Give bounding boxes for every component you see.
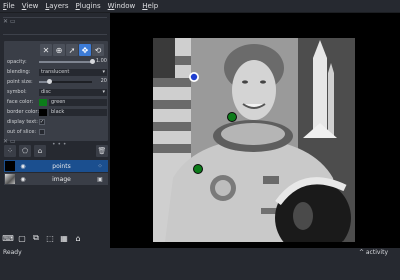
opacity-value: 1.00 [95, 58, 107, 64]
menu-view[interactable]: View [22, 2, 39, 10]
dock-divider [3, 17, 107, 18]
new-shapes-layer-icon[interactable]: ⬠ [19, 145, 31, 157]
symbol-select[interactable]: disc ▾ [39, 88, 107, 96]
display-text-checkbox[interactable]: ✓ [39, 119, 45, 125]
transpose-icon[interactable]: ⬚ [44, 232, 56, 244]
layer-name: image [52, 175, 71, 183]
layer-row-points[interactable]: ◉ points ⁘ [4, 160, 108, 172]
menu-help[interactable]: Help [142, 2, 158, 10]
layer-name: points [52, 162, 71, 170]
menu-plugins[interactable]: Plugins [76, 2, 101, 10]
point-marker[interactable] [193, 164, 203, 174]
symbol-label: symbol: [7, 89, 27, 95]
status-bar: Ready ^ activity [0, 248, 400, 280]
pan-zoom-icon[interactable]: ✥ [79, 44, 91, 56]
home-icon[interactable]: ⌂ [72, 232, 84, 244]
layer-thumbnail [5, 174, 15, 184]
points-toolbar: ✕ ⊕ ➚ ✥ ⟲ [40, 44, 104, 56]
opacity-slider-handle[interactable] [89, 59, 95, 64]
trash-icon[interactable]: 🗑 [96, 145, 108, 157]
ndisplay-square-icon[interactable]: ▢ [16, 232, 28, 244]
blending-select[interactable]: translucent ▾ [39, 68, 107, 76]
menu-window[interactable]: Window [108, 2, 136, 10]
eye-icon[interactable]: ◉ [18, 163, 28, 170]
opacity-slider[interactable]: 1.00 [39, 58, 107, 66]
menu-file[interactable]: File [3, 2, 15, 10]
opacity-row: opacity: 1.00 [7, 58, 107, 66]
console-icon[interactable]: ⌨ [2, 232, 14, 244]
close-icon[interactable]: ✕ [40, 44, 52, 56]
face-color-label: face color: [7, 99, 34, 105]
points-layer-icon: ⁘ [97, 162, 103, 170]
point-size-slider[interactable]: 20 [39, 78, 107, 86]
status-text: Ready [3, 249, 22, 256]
viewer-buttons: ⌨ ▢ ⧉ ⬚ ▦ ⌂ [2, 232, 84, 246]
layer-controls-panel: ✕ ⊕ ➚ ✥ ⟲ opacity: 1.00 blending: transl… [4, 41, 108, 141]
border-color-label: border color: [7, 109, 40, 115]
point-marker[interactable] [189, 72, 199, 82]
symbol-row: symbol: disc ▾ [7, 88, 107, 96]
layer-thumbnail [5, 161, 15, 171]
dock-divider [3, 34, 107, 35]
blending-row: blending: translucent ▾ [7, 68, 107, 76]
layer-buttons: ⁘ ⬠ ⌂ 🗑 [4, 144, 108, 158]
out-of-slice-checkbox[interactable] [39, 129, 45, 135]
add-point-icon[interactable]: ⊕ [53, 44, 65, 56]
menu-bar: File View Layers Plugins Window Help [0, 0, 400, 13]
select-arrow-icon[interactable]: ➚ [66, 44, 78, 56]
point-size-slider-handle[interactable] [47, 79, 53, 84]
border-color-row: border color: black [7, 108, 107, 116]
eye-icon[interactable]: ◉ [18, 176, 28, 183]
border-color-input[interactable]: black [49, 108, 107, 116]
point-size-row: point size: 20 [7, 78, 107, 86]
viewer-canvas[interactable] [110, 13, 400, 248]
transform-icon[interactable]: ⟲ [92, 44, 104, 56]
border-color-swatch[interactable] [39, 108, 47, 116]
display-text-row: display text: ✓ [7, 118, 107, 126]
image-layer-icon: ▣ [97, 175, 103, 183]
grid-icon[interactable]: ▦ [58, 232, 70, 244]
menu-layers[interactable]: Layers [45, 2, 68, 10]
point-size-label: point size: [7, 79, 33, 85]
points-overlay [189, 72, 237, 174]
roll-dims-icon[interactable]: ⧉ [30, 232, 42, 244]
new-labels-layer-icon[interactable]: ⌂ [34, 145, 46, 157]
opacity-label: opacity: [7, 59, 27, 65]
chevron-down-icon: ▾ [102, 89, 105, 95]
layer-row-image[interactable]: ◉ image ▣ [4, 173, 108, 185]
dock-grip-icon[interactable]: ✕ ▭ [3, 18, 16, 25]
display-text-label: display text: [7, 119, 38, 125]
new-points-layer-icon[interactable]: ⁘ [4, 145, 16, 157]
out-of-slice-row: out of slice: [7, 128, 107, 136]
left-dock: ✕ ▭ ✕ ⊕ ➚ ✥ ⟲ opacity: 1.00 blending: tr… [0, 13, 110, 248]
activity-button[interactable]: ^ activity [359, 249, 388, 256]
chevron-down-icon: ▾ [102, 69, 105, 75]
point-size-value: 20 [100, 78, 107, 84]
point-marker[interactable] [227, 112, 237, 122]
face-color-input[interactable]: green [49, 98, 107, 106]
out-of-slice-label: out of slice: [7, 129, 37, 135]
blending-label: blending: [7, 69, 31, 75]
face-color-row: face color: green [7, 98, 107, 106]
face-color-swatch[interactable] [39, 98, 47, 106]
